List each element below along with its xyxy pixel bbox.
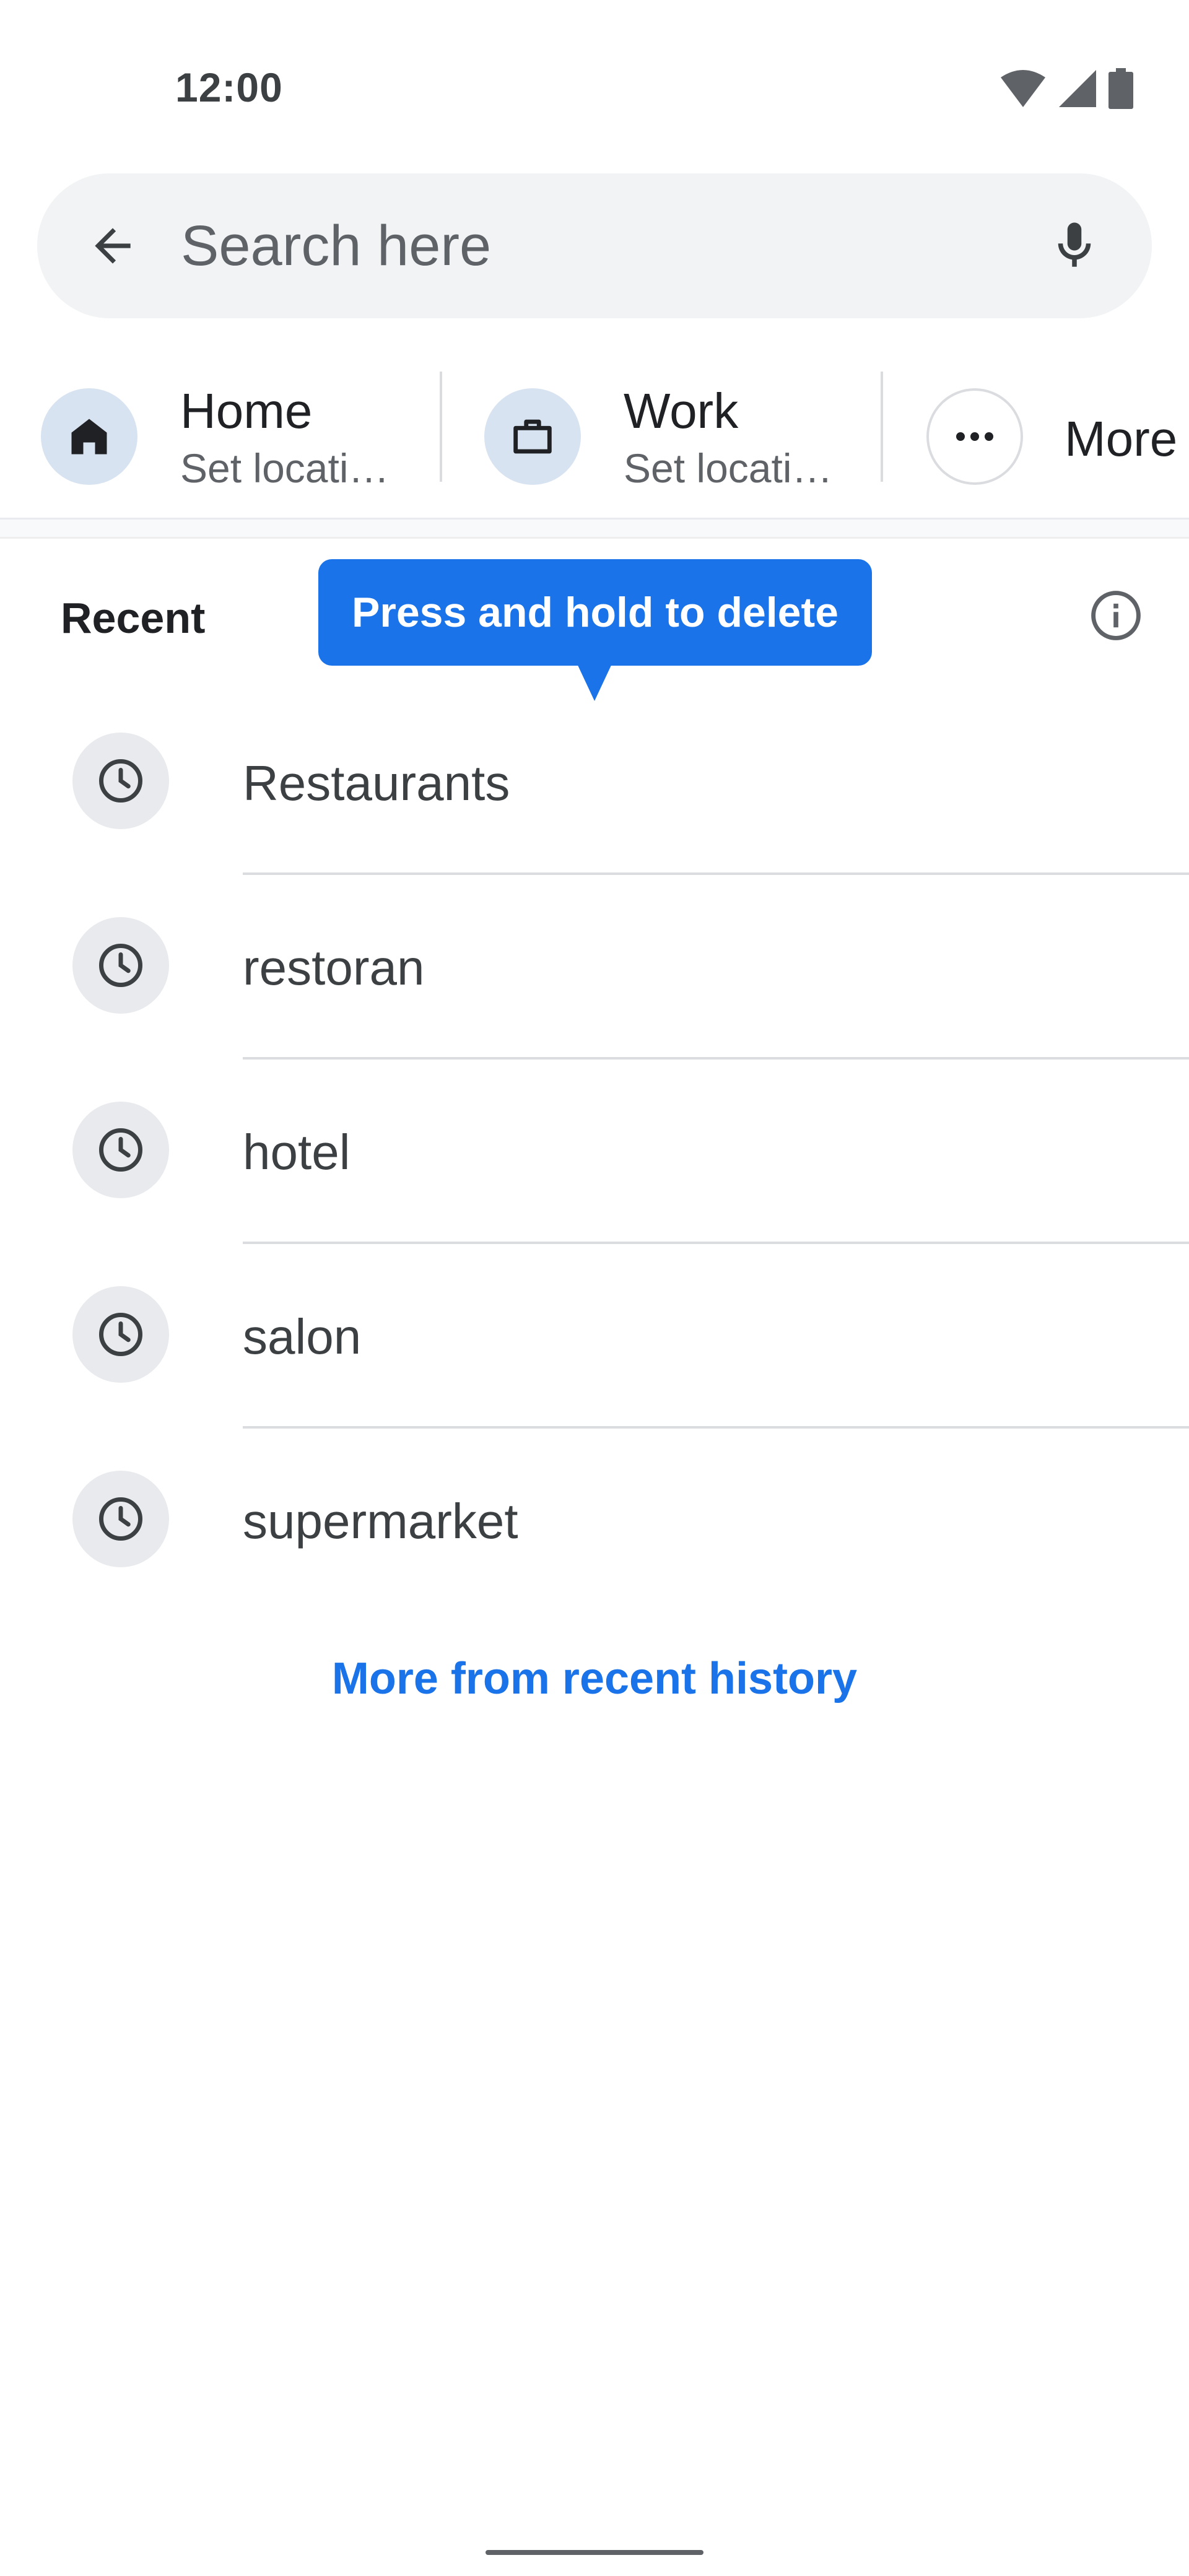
section-divider xyxy=(0,518,1189,539)
recent-item-label: restoran xyxy=(243,940,425,995)
recent-item-restoran[interactable]: restoran xyxy=(0,875,1189,1060)
recent-item-hotel[interactable]: hotel xyxy=(0,1060,1189,1244)
shortcut-title: Work xyxy=(624,383,739,438)
recent-item-label: supermarket xyxy=(243,1494,518,1549)
more-horiz-icon xyxy=(926,388,1023,485)
search-bar[interactable] xyxy=(37,173,1152,318)
shortcut-title: Home xyxy=(180,383,313,438)
history-clock-icon xyxy=(72,917,169,1014)
status-bar: 12:00 xyxy=(0,0,1189,161)
home-icon xyxy=(41,388,137,485)
home-gesture-bar[interactable] xyxy=(486,2550,703,2555)
recent-item-supermarket[interactable]: supermarket xyxy=(0,1429,1189,1613)
recent-item-label: salon xyxy=(243,1309,362,1364)
recent-item-restaurants[interactable]: Restaurants xyxy=(0,690,1189,875)
shortcut-more[interactable]: More xyxy=(926,372,1189,502)
shortcut-separator xyxy=(440,372,442,482)
history-clock-icon xyxy=(72,1102,169,1198)
shortcut-work[interactable]: Work Set locati… xyxy=(484,372,856,502)
wifi-icon xyxy=(1000,69,1047,111)
status-icons xyxy=(1000,68,1133,112)
history-clock-icon xyxy=(72,1471,169,1567)
history-clock-icon xyxy=(72,1286,169,1383)
recent-item-salon[interactable]: salon xyxy=(0,1244,1189,1429)
info-icon[interactable] xyxy=(1085,585,1147,646)
shortcuts-row: Home Set locati… Work Set locati… More xyxy=(0,359,1189,520)
battery-icon xyxy=(1108,68,1133,112)
status-time: 12:00 xyxy=(175,64,283,110)
recent-list: Restaurants restoran hotel salon superma… xyxy=(0,690,1189,1613)
shortcut-separator xyxy=(881,372,883,482)
shortcut-subtitle: Set locati… xyxy=(624,445,833,491)
signal-icon xyxy=(1058,69,1097,111)
more-recent-history-link[interactable]: More from recent history xyxy=(0,1653,1189,1704)
recent-item-label: Restaurants xyxy=(243,755,510,811)
briefcase-icon xyxy=(484,388,581,485)
microphone-icon[interactable] xyxy=(1040,212,1108,280)
arrow-back-icon[interactable] xyxy=(82,215,144,277)
shortcut-subtitle: Set locati… xyxy=(180,445,390,491)
shortcut-home[interactable]: Home Set locati… xyxy=(41,372,412,502)
search-input[interactable] xyxy=(181,204,1023,287)
delete-hint-tooltip: Press and hold to delete xyxy=(318,559,872,666)
shortcut-title: More xyxy=(1065,411,1178,466)
recent-heading: Recent xyxy=(61,594,206,642)
recent-item-label: hotel xyxy=(243,1125,351,1180)
history-clock-icon xyxy=(72,733,169,829)
